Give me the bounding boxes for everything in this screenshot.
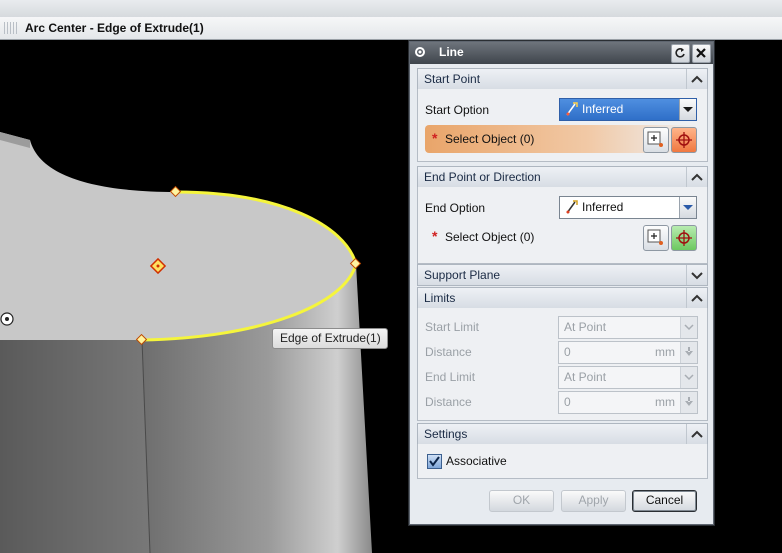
menu-bar xyxy=(0,0,782,18)
start-select-object-label: Select Object (0) xyxy=(445,132,535,146)
start-point-dialog-button[interactable] xyxy=(643,127,669,153)
inferred-icon xyxy=(566,200,578,214)
status-bar: Arc Center - Edge of Extrude(1) xyxy=(0,17,782,40)
close-icon xyxy=(696,48,706,58)
end-point-dialog-button[interactable] xyxy=(643,225,669,251)
section-limits-title: Limits xyxy=(424,291,456,305)
arrow-down-icon xyxy=(685,397,693,406)
arrow-down-icon xyxy=(685,347,693,356)
end-option-dropdown[interactable] xyxy=(679,197,696,218)
end-limit-dropdown[interactable] xyxy=(680,367,697,388)
distance2-unit: mm xyxy=(655,395,675,409)
section-start-point[interactable]: Start Point xyxy=(417,68,708,90)
start-option-value: Inferred xyxy=(582,102,624,116)
distance2-label: Distance xyxy=(425,395,472,409)
section-support-plane-title: Support Plane xyxy=(424,268,501,282)
cursor-snap-icon xyxy=(0,312,14,326)
section-limits[interactable]: Limits xyxy=(417,287,708,309)
inferred-icon xyxy=(566,102,578,116)
start-point-body: Start Option Inferred * Select Object (0… xyxy=(417,89,708,162)
point-dialog-icon xyxy=(647,131,663,147)
top-face xyxy=(0,132,356,340)
collapse-settings[interactable] xyxy=(686,424,707,444)
crosshair-icon xyxy=(676,230,692,246)
distance1-menu[interactable] xyxy=(680,342,697,363)
associative-label: Associative xyxy=(446,454,507,468)
end-point-body: End Option Inferred * Select Object (0) xyxy=(417,187,708,264)
collapse-start-point[interactable] xyxy=(686,69,707,89)
end-point-snap-button[interactable] xyxy=(671,225,697,251)
section-settings-title: Settings xyxy=(424,427,468,441)
crosshair-icon xyxy=(676,132,692,148)
section-end-point-title: End Point or Direction xyxy=(424,170,541,184)
chevron-down-icon xyxy=(684,324,694,331)
distance2-menu[interactable] xyxy=(680,392,697,413)
associative-checkbox[interactable] xyxy=(427,454,442,469)
end-option-select[interactable]: Inferred xyxy=(559,196,697,219)
section-support-plane[interactable]: Support Plane xyxy=(417,264,708,286)
status-text: Arc Center - Edge of Extrude(1) xyxy=(25,21,204,35)
end-limit-value: At Point xyxy=(564,370,607,384)
point-dialog-icon xyxy=(647,229,663,245)
end-limit-label: End Limit xyxy=(425,370,476,384)
collapse-limits[interactable] xyxy=(686,288,707,308)
gear-icon xyxy=(415,47,425,57)
section-settings[interactable]: Settings xyxy=(417,423,708,445)
expand-support-plane[interactable] xyxy=(686,265,707,285)
end-select-object-label: Select Object (0) xyxy=(445,230,535,244)
required-asterisk: * xyxy=(432,130,438,146)
end-option-label: End Option xyxy=(425,201,486,215)
distance1-field[interactable]: 0 mm xyxy=(558,341,698,364)
end-limit-select[interactable]: At Point xyxy=(558,366,698,389)
start-limit-dropdown[interactable] xyxy=(680,317,697,338)
settings-body: Associative xyxy=(417,444,708,479)
distance1-value: 0 xyxy=(564,345,571,359)
ok-button[interactable]: OK xyxy=(489,490,554,512)
toolbar-grip[interactable] xyxy=(4,22,18,34)
end-option-value: Inferred xyxy=(582,200,624,214)
chevron-down-icon xyxy=(683,107,693,112)
start-limit-select[interactable]: At Point xyxy=(558,316,698,339)
section-start-point-title: Start Point xyxy=(424,72,481,86)
distance1-unit: mm xyxy=(655,345,675,359)
dialog-title-bar[interactable]: Line xyxy=(410,42,713,64)
cancel-button[interactable]: Cancel xyxy=(632,490,697,512)
distance1-label: Distance xyxy=(425,345,472,359)
dialog-title: Line xyxy=(439,45,464,59)
start-limit-label: Start Limit xyxy=(425,320,480,334)
chevron-down-icon xyxy=(684,374,694,381)
chevron-down-icon xyxy=(691,272,703,280)
distance2-field[interactable]: 0 mm xyxy=(558,391,698,414)
distance2-value: 0 xyxy=(564,395,571,409)
start-option-dropdown[interactable] xyxy=(679,99,696,120)
chevron-up-icon xyxy=(691,75,703,83)
start-option-label: Start Option xyxy=(425,103,490,117)
start-limit-value: At Point xyxy=(564,320,607,334)
line-dialog: Line Start Point Start Option Inferred *… xyxy=(409,41,714,525)
chevron-up-icon xyxy=(691,294,703,302)
required-asterisk: * xyxy=(432,228,438,244)
start-point-snap-button[interactable] xyxy=(671,127,697,153)
reset-button[interactable] xyxy=(671,44,690,63)
checkmark-icon xyxy=(429,456,440,467)
chevron-down-icon xyxy=(683,205,693,210)
chevron-up-icon xyxy=(691,430,703,438)
limits-body: Start Limit At Point Distance 0 mm End L… xyxy=(417,308,708,421)
collapse-end-point[interactable] xyxy=(686,167,707,187)
section-end-point[interactable]: End Point or Direction xyxy=(417,166,708,188)
side-face-left xyxy=(0,340,150,553)
apply-button[interactable]: Apply xyxy=(561,490,626,512)
close-button[interactable] xyxy=(692,44,711,63)
reset-icon xyxy=(675,48,685,58)
selection-tooltip: Edge of Extrude(1) xyxy=(272,328,388,349)
chevron-up-icon xyxy=(691,173,703,181)
start-option-select[interactable]: Inferred xyxy=(559,98,697,121)
